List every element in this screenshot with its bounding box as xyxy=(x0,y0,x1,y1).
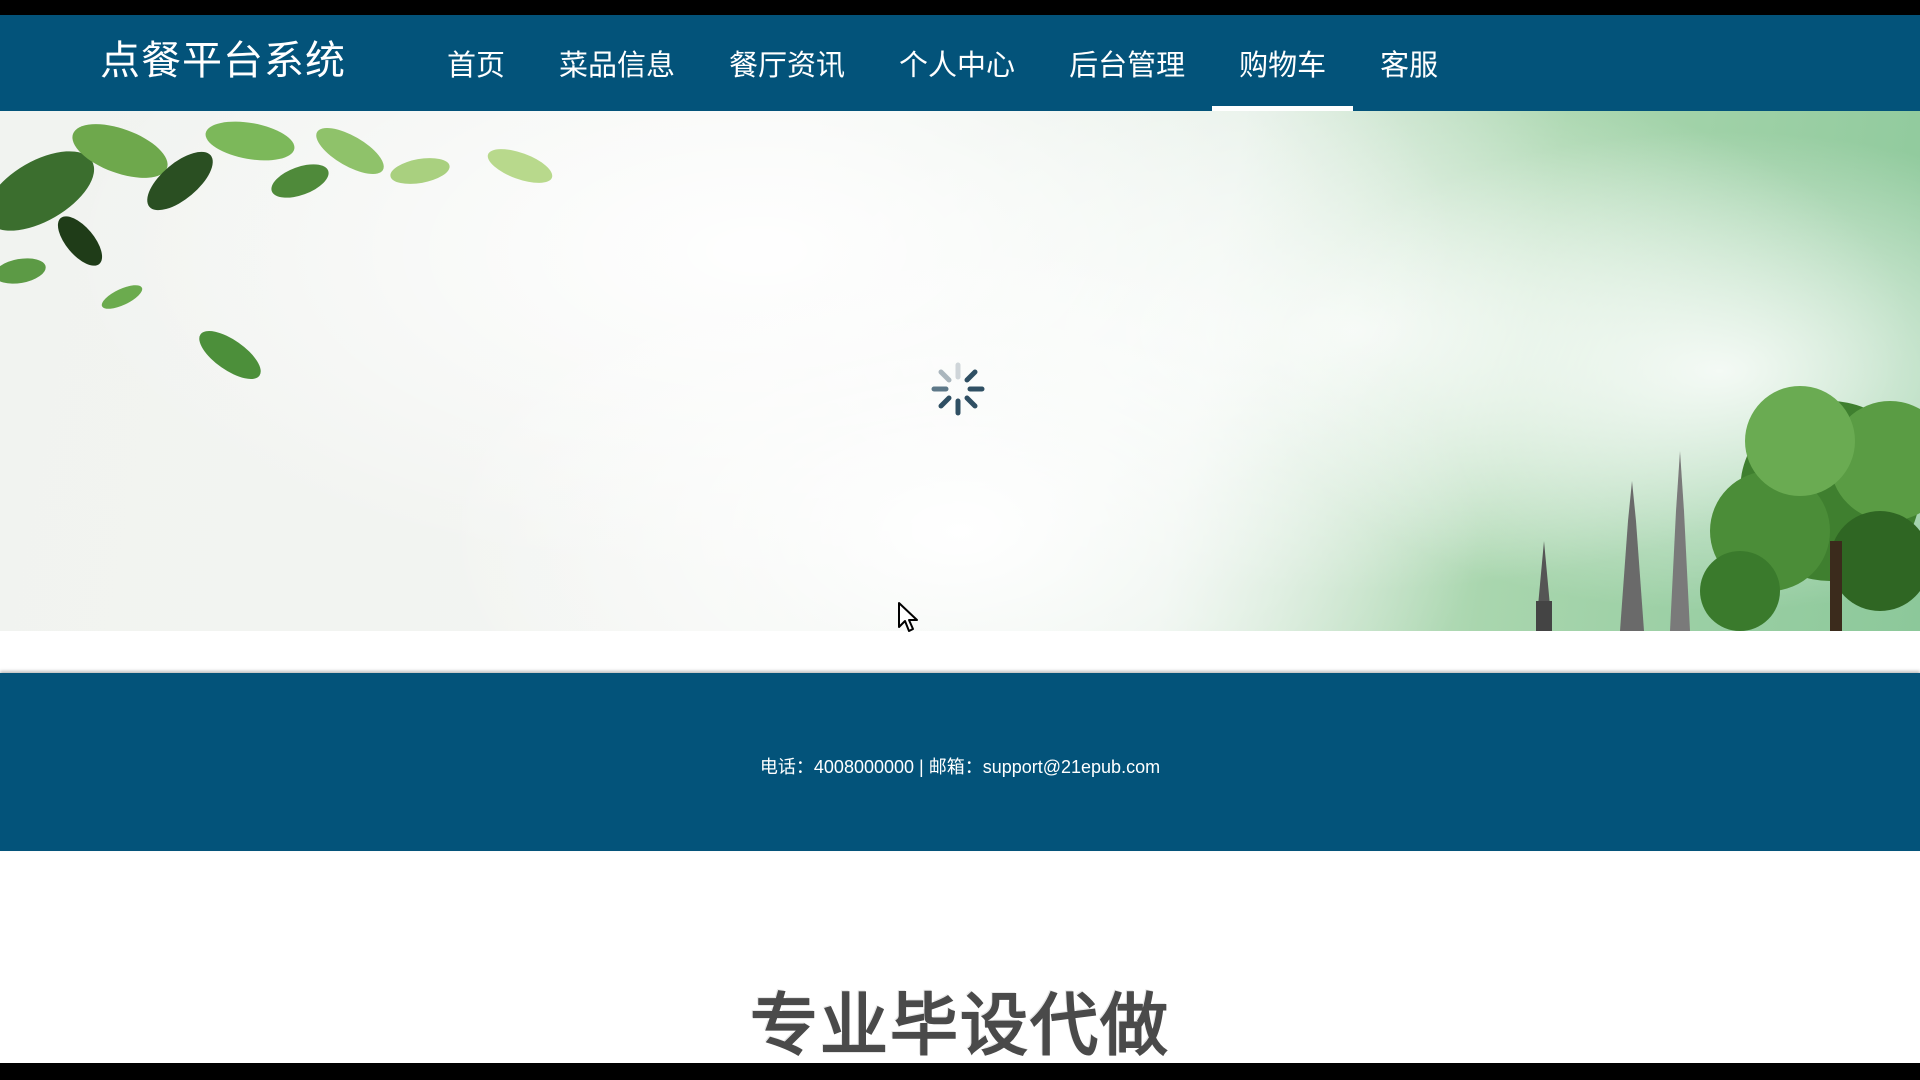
site-title[interactable]: 点餐平台系统 xyxy=(100,35,346,87)
mouse-cursor-icon xyxy=(898,602,918,632)
main-nav: 首页 菜品信息 餐厅资讯 个人中心 后台管理 购物车 客服 xyxy=(420,15,1465,111)
web-page: 点餐平台系统 首页 菜品信息 餐厅资讯 个人中心 后台管理 购物车 客服 电话：… xyxy=(0,15,1920,1063)
watermark-overlay-text: 专业毕设代做 xyxy=(749,987,1170,1063)
screen: 点餐平台系统 首页 菜品信息 餐厅资讯 个人中心 后台管理 购物车 客服 电话：… xyxy=(0,0,1920,1080)
footer: 电话：4008000000 | 邮箱：support@21epub.com xyxy=(0,673,1920,851)
banner-image xyxy=(0,111,1920,631)
nav-item-news[interactable]: 餐厅资讯 xyxy=(702,15,872,111)
nav-item-cart[interactable]: 购物车 xyxy=(1212,15,1354,111)
nav-item-profile[interactable]: 个人中心 xyxy=(872,15,1042,111)
footer-contact: 电话：4008000000 | 邮箱：support@21epub.com xyxy=(759,757,1161,777)
top-navigation-bar: 点餐平台系统 首页 菜品信息 餐厅资讯 个人中心 后台管理 购物车 客服 xyxy=(0,15,1920,111)
nav-item-service[interactable]: 客服 xyxy=(1353,15,1465,111)
nav-item-dishes[interactable]: 菜品信息 xyxy=(532,15,702,111)
tree-skyline-decoration xyxy=(1536,386,1920,631)
content-area xyxy=(0,631,1920,671)
nav-item-home[interactable]: 首页 xyxy=(420,15,532,111)
nav-item-admin[interactable]: 后台管理 xyxy=(1042,15,1212,111)
leaves-decoration xyxy=(0,121,553,380)
loading-spinner-icon xyxy=(931,362,985,416)
